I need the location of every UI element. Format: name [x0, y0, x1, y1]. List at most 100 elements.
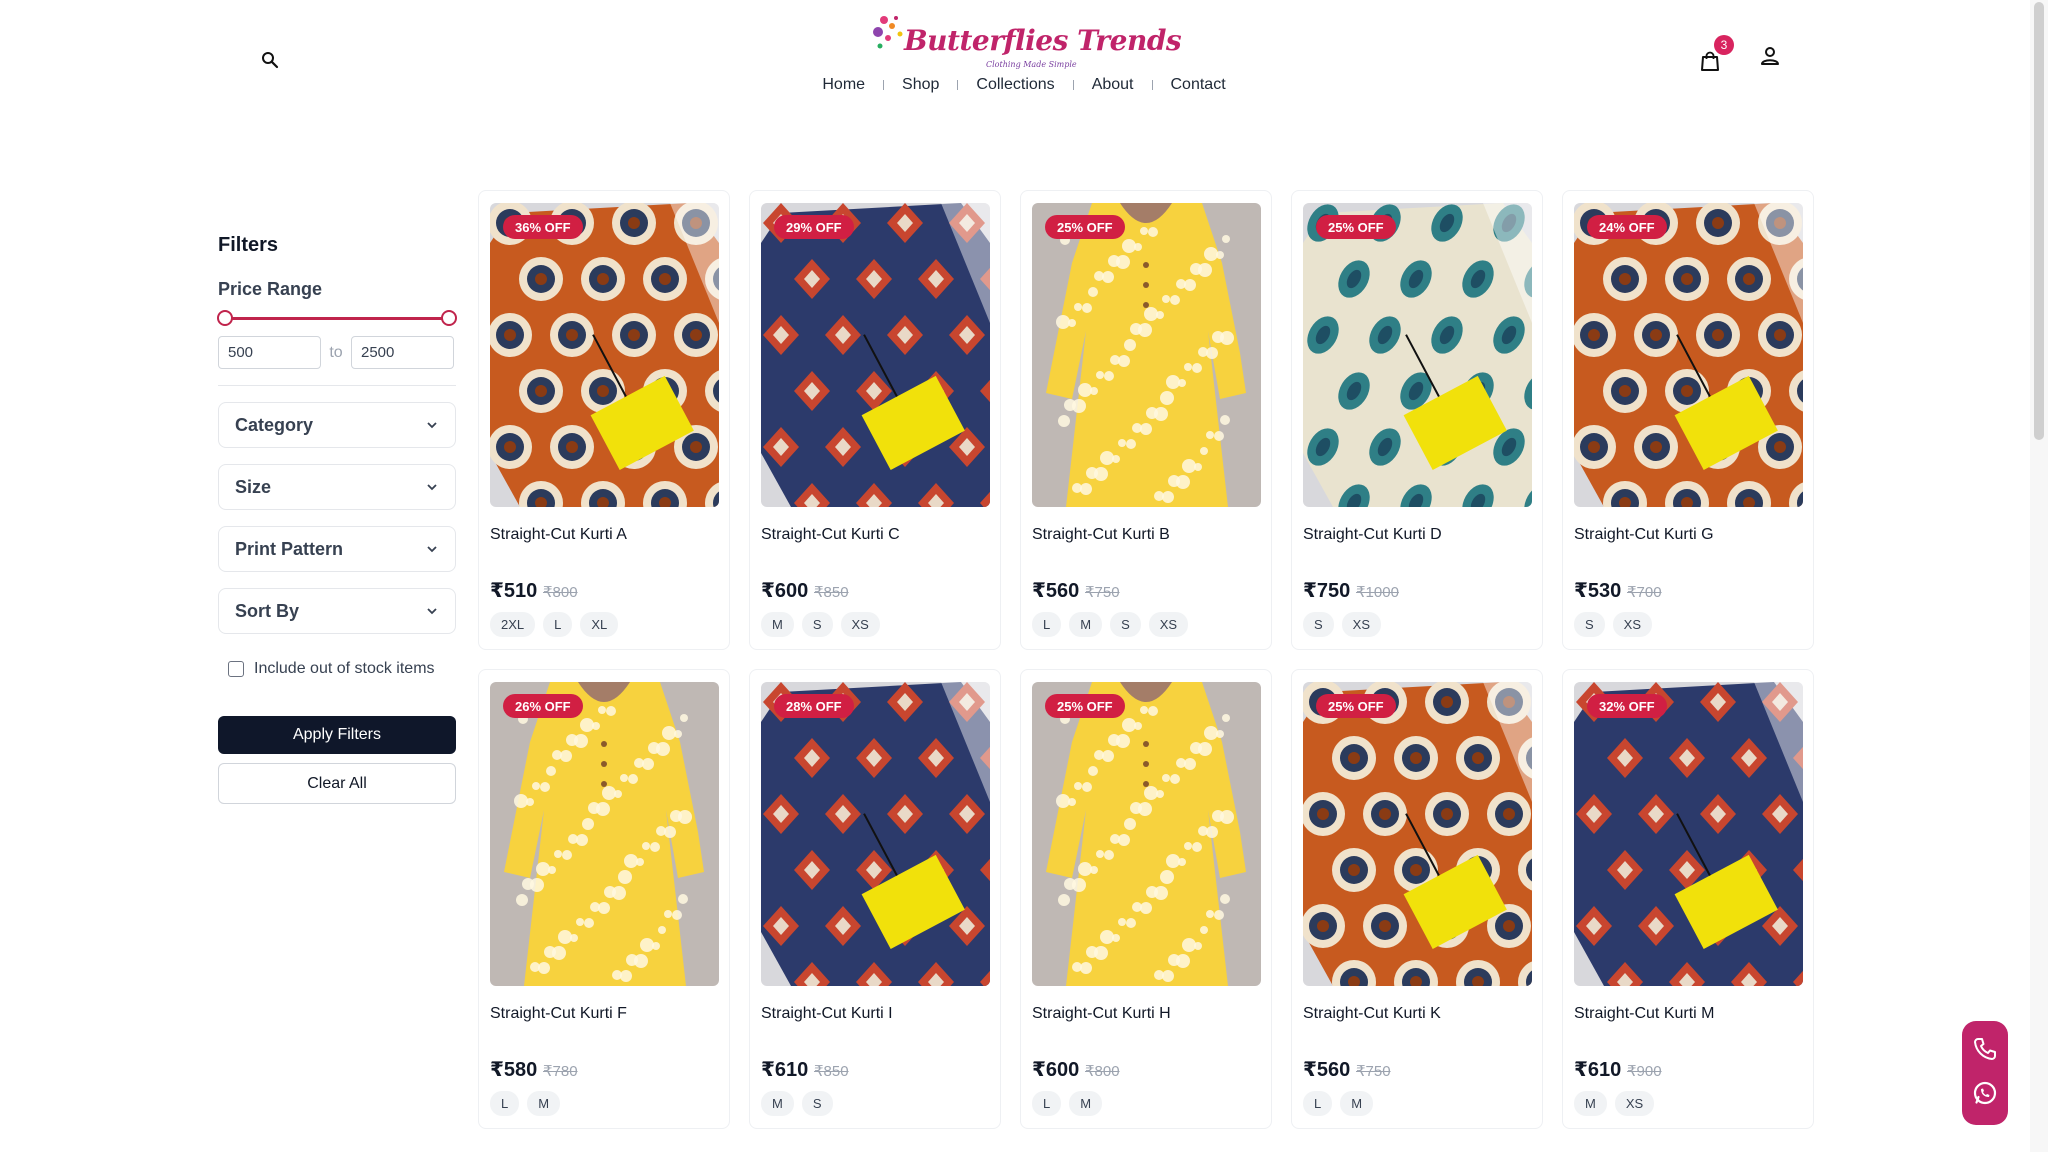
slider-min-handle[interactable]: [217, 310, 233, 326]
product-name[interactable]: Straight-Cut Kurti G: [1574, 526, 1714, 544]
product-image[interactable]: [1032, 203, 1261, 507]
discount-badge: 26% OFF: [503, 694, 583, 718]
product-name[interactable]: Straight-Cut Kurti D: [1303, 526, 1442, 544]
out-of-stock-checkbox[interactable]: [228, 661, 244, 677]
product-card[interactable]: 29% OFF Straight-Cut Kurti C ₹600 ₹850 M S XS: [749, 190, 1001, 650]
nav-shop[interactable]: Shop: [884, 76, 957, 94]
product-image[interactable]: [490, 203, 719, 507]
discount-badge: 25% OFF: [1316, 694, 1396, 718]
size-chip[interactable]: M: [1069, 612, 1103, 637]
size-chip[interactable]: XS: [1612, 612, 1653, 637]
size-chip[interactable]: L: [1303, 1091, 1333, 1116]
cart-count-badge: 3: [1714, 35, 1734, 55]
page-scrollbar[interactable]: [2030, 0, 2048, 1152]
price-range-slider[interactable]: [217, 308, 457, 328]
size-chip[interactable]: L: [490, 1091, 520, 1116]
product-name[interactable]: Straight-Cut Kurti I: [761, 1005, 893, 1023]
product-name[interactable]: Straight-Cut Kurti K: [1303, 1005, 1441, 1023]
search-button[interactable]: [258, 48, 282, 72]
size-chip[interactable]: S: [1574, 612, 1605, 637]
size-chip[interactable]: M: [1340, 1091, 1374, 1116]
product-name[interactable]: Straight-Cut Kurti B: [1032, 526, 1170, 544]
account-button[interactable]: [1758, 44, 1782, 68]
size-options: S XS: [1303, 612, 1382, 637]
product-card[interactable]: 32% OFF Straight-Cut Kurti M ₹610 ₹900 M XS: [1562, 669, 1814, 1129]
product-image[interactable]: [1574, 682, 1803, 986]
nav-collections[interactable]: Collections: [958, 76, 1072, 94]
product-image[interactable]: [1574, 203, 1803, 507]
product-card[interactable]: 36% OFF Straight-Cut Kurti A ₹510 ₹800 2XL L X…: [478, 190, 730, 650]
product-name[interactable]: Straight-Cut Kurti C: [761, 526, 900, 544]
product-card[interactable]: 28% OFF Straight-Cut Kurti I ₹610 ₹850 M S: [749, 669, 1001, 1129]
min-price-input[interactable]: [218, 336, 321, 369]
divider: [218, 385, 456, 386]
size-chip[interactable]: XL: [580, 612, 619, 637]
size-options: 2XL L XL: [490, 612, 619, 637]
size-chip[interactable]: M: [761, 1091, 794, 1116]
out-of-stock-label: Include out of stock items: [254, 660, 435, 677]
product-name[interactable]: Straight-Cut Kurti M: [1574, 1005, 1714, 1023]
nav-contact[interactable]: Contact: [1153, 76, 1244, 94]
product-image[interactable]: [761, 682, 990, 986]
product-original-price: ₹700: [1627, 584, 1662, 601]
product-image[interactable]: [761, 203, 990, 507]
product-card[interactable]: 25% OFF Straight-Cut Kurti H ₹600 ₹800 L M: [1020, 669, 1272, 1129]
category-dropdown[interactable]: Category: [218, 402, 456, 448]
product-image[interactable]: [1303, 203, 1532, 507]
size-chip[interactable]: XS: [1614, 1091, 1655, 1116]
print-pattern-dropdown[interactable]: Print Pattern: [218, 526, 456, 572]
product-card[interactable]: 25% OFF Straight-Cut Kurti K ₹560 ₹750 L M: [1291, 669, 1543, 1129]
product-card[interactable]: 26% OFF Straight-Cut Kurti F ₹580 ₹780 L M: [478, 669, 730, 1129]
size-options: LM: [490, 1091, 561, 1116]
size-chip[interactable]: S: [801, 612, 833, 637]
call-button[interactable]: [1971, 1035, 1999, 1068]
nav-home[interactable]: Home: [804, 76, 883, 94]
discount-badge: 28% OFF: [774, 694, 854, 718]
size-chip[interactable]: M: [1069, 1091, 1103, 1116]
chevron-down-icon: [427, 546, 437, 553]
clear-all-button[interactable]: Clear All: [218, 763, 456, 804]
size-chip[interactable]: XS: [840, 612, 880, 637]
size-chip[interactable]: XS: [1148, 612, 1189, 637]
chevron-down-icon: [427, 422, 437, 429]
product-card[interactable]: 24% OFF Straight-Cut Kurti G ₹530 ₹700 S XS: [1562, 190, 1814, 650]
product-card[interactable]: 25% OFF Straight-Cut Kurti D ₹750 ₹1000 S XS: [1291, 190, 1543, 650]
scrollbar-thumb[interactable]: [2034, 2, 2044, 440]
nav-about[interactable]: About: [1074, 76, 1152, 94]
product-original-price: ₹900: [1627, 1063, 1662, 1080]
sort-by-dropdown[interactable]: Sort By: [218, 588, 456, 634]
product-original-price: ₹800: [543, 584, 578, 601]
product-image[interactable]: [1303, 682, 1532, 986]
slider-max-handle[interactable]: [441, 310, 457, 326]
whatsapp-button[interactable]: [1971, 1079, 1999, 1112]
size-chip[interactable]: L: [1032, 612, 1062, 637]
max-price-input[interactable]: [351, 336, 454, 369]
size-chip[interactable]: XS: [1341, 612, 1382, 637]
product-name[interactable]: Straight-Cut Kurti A: [490, 526, 627, 544]
product-image-art: [1303, 203, 1532, 507]
product-card[interactable]: 25% OFF Straight-Cut Kurti B ₹560 ₹750 L M S XS: [1020, 190, 1272, 650]
size-chip[interactable]: L: [543, 612, 573, 637]
size-chip[interactable]: L: [1032, 1091, 1062, 1116]
product-price: ₹610: [761, 1059, 809, 1081]
size-chip[interactable]: S: [1110, 612, 1141, 637]
size-chip[interactable]: M: [1574, 1091, 1607, 1116]
apply-filters-button[interactable]: Apply Filters: [218, 716, 456, 754]
size-chip[interactable]: M: [761, 612, 794, 637]
filters-heading: Filters: [218, 234, 279, 256]
product-original-price: ₹1000: [1356, 584, 1399, 601]
product-image[interactable]: [490, 682, 719, 986]
size-chip[interactable]: S: [1303, 612, 1334, 637]
size-dropdown[interactable]: Size: [218, 464, 456, 510]
size-chip[interactable]: 2XL: [490, 612, 536, 637]
product-original-price: ₹780: [543, 1063, 578, 1080]
product-image-art: [1032, 203, 1261, 507]
size-chip[interactable]: M: [527, 1091, 561, 1116]
product-name[interactable]: Straight-Cut Kurti H: [1032, 1005, 1171, 1023]
product-price: ₹600: [1032, 1059, 1080, 1081]
product-image[interactable]: [1032, 682, 1261, 986]
brand-logo[interactable]: Butterflies Trends Clothing Made Simple: [870, 8, 1182, 69]
size-chip[interactable]: S: [801, 1091, 833, 1116]
product-name[interactable]: Straight-Cut Kurti F: [490, 1005, 627, 1023]
discount-badge: 25% OFF: [1045, 694, 1125, 718]
